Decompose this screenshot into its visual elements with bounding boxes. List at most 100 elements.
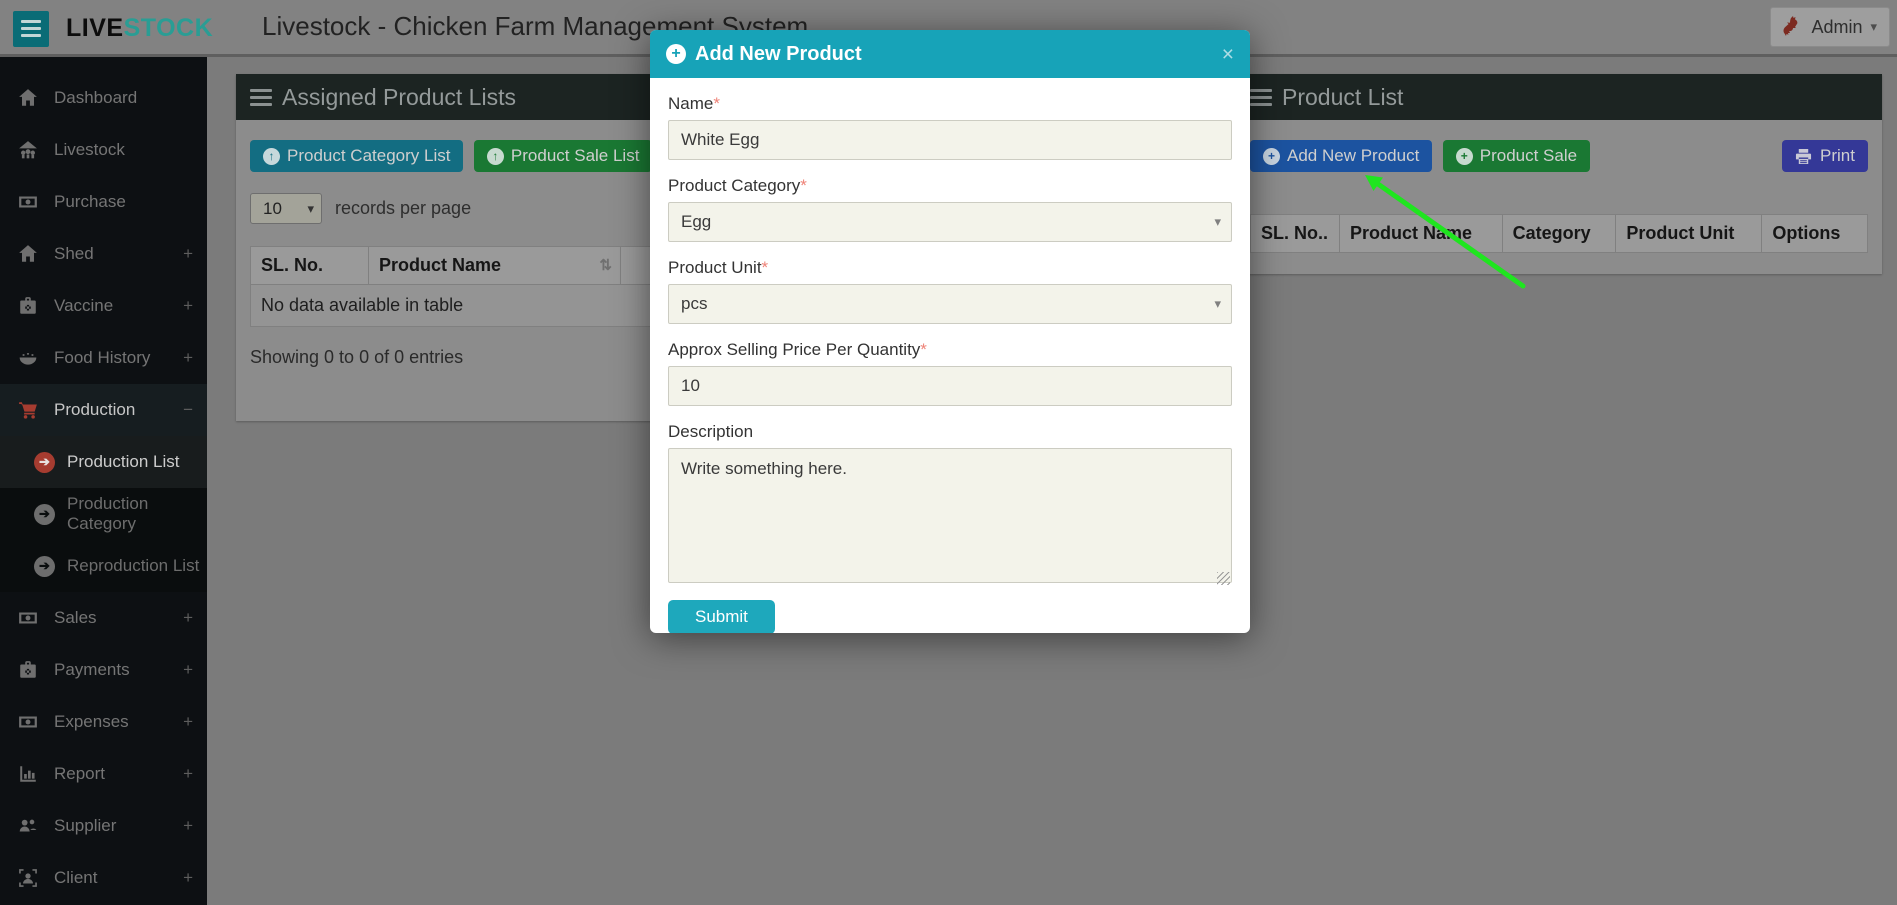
arrow-up-circle-icon: ↑ xyxy=(487,148,504,165)
sidebar-item-purchase[interactable]: Purchase xyxy=(0,176,207,228)
add-new-product-button[interactable]: + Add New Product xyxy=(1250,140,1432,172)
description-textarea[interactable]: Write something here. xyxy=(668,448,1232,583)
print-button[interactable]: Print xyxy=(1782,140,1868,172)
sidebar-subitem-label: Production List xyxy=(67,452,179,472)
sidebar-nav: Dashboard Livestock Purchase Shed + Vacc… xyxy=(0,57,207,905)
sidebar-item-sales[interactable]: Sales + xyxy=(0,592,207,644)
livestock-icon xyxy=(18,140,42,160)
sidebar-toggle-hamburger-icon[interactable] xyxy=(13,11,49,47)
admin-menu[interactable]: Admin ▾ xyxy=(1770,7,1890,47)
required-asterisk: * xyxy=(800,176,807,195)
sidebar-item-vaccine[interactable]: Vaccine + xyxy=(0,280,207,332)
sidebar-subitem-production-list[interactable]: ➔ Production List xyxy=(0,436,207,488)
select-value: pcs xyxy=(681,294,707,314)
caret-down-icon: ▾ xyxy=(1214,214,1221,230)
records-per-page-select[interactable]: 10 ▾ xyxy=(250,193,322,224)
sidebar-item-label: Dashboard xyxy=(54,88,137,108)
button-label: Product Sale List xyxy=(511,146,640,166)
product-category-list-button[interactable]: ↑ Product Category List xyxy=(250,140,463,172)
money-icon xyxy=(18,608,42,628)
sidebar-item-supplier[interactable]: Supplier + xyxy=(0,800,207,852)
sidebar-subitem-production-category[interactable]: ➔ Production Category xyxy=(0,488,207,540)
modal-title: Add New Product xyxy=(695,43,862,66)
sidebar-item-report[interactable]: Report + xyxy=(0,748,207,800)
description-field-label: Description xyxy=(668,422,1232,442)
sidebar-subitem-label: Reproduction List xyxy=(67,556,199,576)
product-category-select[interactable]: Egg ▾ xyxy=(668,202,1232,242)
circle-arrow-icon: ➔ xyxy=(34,556,55,577)
sidebar-item-label: Client xyxy=(54,868,97,888)
panel-hamburger-icon xyxy=(250,89,272,106)
name-field-label: Name* xyxy=(668,94,1232,114)
brand-logo: LIVESTOCK xyxy=(66,14,213,43)
add-new-product-modal: + Add New Product × Name* Product Catego… xyxy=(650,30,1250,633)
cart-icon xyxy=(18,400,42,420)
required-asterisk: * xyxy=(762,258,769,277)
product-sale-button[interactable]: + Product Sale xyxy=(1443,140,1590,172)
name-input[interactable] xyxy=(668,120,1232,160)
expand-plus-icon: + xyxy=(183,712,193,732)
column-header-product-name[interactable]: Product Name ⇅ xyxy=(369,247,621,285)
submit-button[interactable]: Submit xyxy=(668,600,775,633)
expand-plus-icon: + xyxy=(183,816,193,836)
plus-circle-icon: + xyxy=(1263,148,1280,165)
plus-circle-icon: + xyxy=(1456,148,1473,165)
sidebar-item-label: Livestock xyxy=(54,140,125,160)
brand-live-text: LIVE xyxy=(66,14,124,42)
sidebar-item-payments[interactable]: Payments + xyxy=(0,644,207,696)
modal-header: + Add New Product × xyxy=(650,30,1250,78)
sidebar-item-livestock[interactable]: Livestock xyxy=(0,124,207,176)
column-header-sl-no[interactable]: SL. No.. xyxy=(1251,215,1340,253)
sidebar-item-label: Food History xyxy=(54,348,150,368)
home-icon xyxy=(18,88,42,108)
brand-stock-text: STOCK xyxy=(124,14,214,42)
resize-grip-icon[interactable] xyxy=(1217,572,1230,585)
button-label: Product Sale xyxy=(1480,146,1577,166)
price-input[interactable] xyxy=(668,366,1232,406)
product-list-header: Product List xyxy=(1236,74,1882,120)
production-submenu: ➔ Production List ➔ Production Category … xyxy=(0,436,207,592)
sidebar-item-label: Supplier xyxy=(54,816,116,836)
close-icon[interactable]: × xyxy=(1222,44,1234,65)
records-per-page-label: records per page xyxy=(335,198,471,219)
sidebar-item-client[interactable]: Client + xyxy=(0,852,207,904)
column-header-category[interactable]: Category xyxy=(1502,215,1616,253)
column-header-product-unit[interactable]: Product Unit xyxy=(1616,215,1762,253)
sidebar-subitem-reproduction-list[interactable]: ➔ Reproduction List xyxy=(0,540,207,592)
sidebar-item-production[interactable]: Production − xyxy=(0,384,207,436)
supplier-icon xyxy=(18,816,42,836)
sidebar-item-label: Report xyxy=(54,764,105,784)
expand-plus-icon: + xyxy=(183,244,193,264)
price-field-label: Approx Selling Price Per Quantity* xyxy=(668,340,1232,360)
expand-plus-icon: + xyxy=(183,296,193,316)
sort-icon: ⇅ xyxy=(599,256,612,274)
product-sale-list-button[interactable]: ↑ Product Sale List xyxy=(474,140,653,172)
column-header-product-name[interactable]: Product Name xyxy=(1340,215,1503,253)
sidebar-item-label: Sales xyxy=(54,608,97,628)
button-label: Print xyxy=(1820,146,1855,166)
sidebar-item-label: Vaccine xyxy=(54,296,113,316)
collapse-minus-icon: − xyxy=(183,400,193,420)
plus-circle-icon: + xyxy=(666,44,686,64)
admin-label: Admin xyxy=(1811,17,1862,38)
money-icon xyxy=(18,712,42,732)
label-text: Product Unit xyxy=(668,258,762,277)
caret-down-icon: ▾ xyxy=(1214,296,1221,312)
vaccine-icon xyxy=(18,296,42,316)
expand-plus-icon: + xyxy=(183,608,193,628)
column-header-label: Product Name xyxy=(379,255,501,275)
sidebar-item-food-history[interactable]: Food History + xyxy=(0,332,207,384)
circle-arrow-icon: ➔ xyxy=(34,504,55,525)
arrow-up-circle-icon: ↑ xyxy=(263,148,280,165)
product-unit-field-label: Product Unit* xyxy=(668,258,1232,278)
sidebar-item-shed[interactable]: Shed + xyxy=(0,228,207,280)
sidebar-item-dashboard[interactable]: Dashboard xyxy=(0,72,207,124)
column-header-sl-no[interactable]: SL. No. xyxy=(251,247,369,285)
expand-plus-icon: + xyxy=(183,660,193,680)
sidebar-item-expenses[interactable]: Expenses + xyxy=(0,696,207,748)
button-label: Add New Product xyxy=(1287,146,1419,166)
column-header-options[interactable]: Options xyxy=(1762,215,1868,253)
sidebar-item-label: Shed xyxy=(54,244,94,264)
rooster-icon xyxy=(1781,15,1803,39)
product-unit-select[interactable]: pcs ▾ xyxy=(668,284,1232,324)
